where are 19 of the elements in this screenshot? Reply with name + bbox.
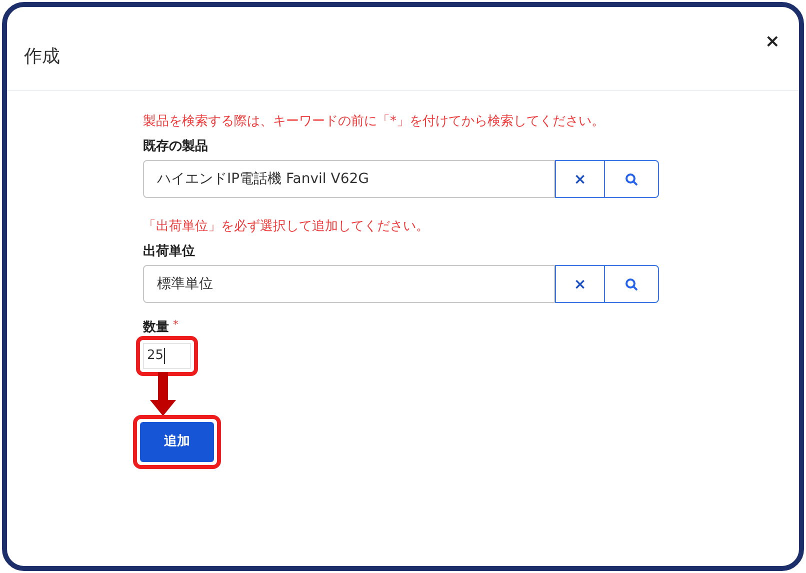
lookup-field[interactable]: ハイエンドIP電話機 Fanvil V62G [143, 160, 555, 198]
search-button[interactable] [605, 160, 659, 198]
field-label: 出荷単位 [143, 243, 196, 261]
field-label: 既存の製品 [143, 138, 209, 156]
required-mark: * [173, 319, 178, 331]
close-button[interactable]: × [762, 31, 782, 53]
field-label: 数量 [143, 319, 169, 337]
arrow [150, 372, 176, 416]
search-icon [625, 172, 638, 186]
lookup-field[interactable]: 標準単位 [143, 265, 555, 303]
dialog-title: 作成 [24, 45, 60, 69]
add-button[interactable]: 追加 [140, 422, 214, 462]
quantity-field[interactable]: 25 [143, 343, 191, 369]
hint-text: 「出荷単位」を必ず選択して追加してください。 [143, 218, 430, 236]
search-icon [625, 278, 638, 290]
clear-button[interactable]: × [555, 160, 605, 198]
search-button[interactable] [605, 265, 659, 303]
clear-button[interactable]: × [555, 265, 605, 303]
hint-text: 製品を検索する際は、キーワードの前に「*」を付けてから検索してください。 [143, 113, 606, 131]
